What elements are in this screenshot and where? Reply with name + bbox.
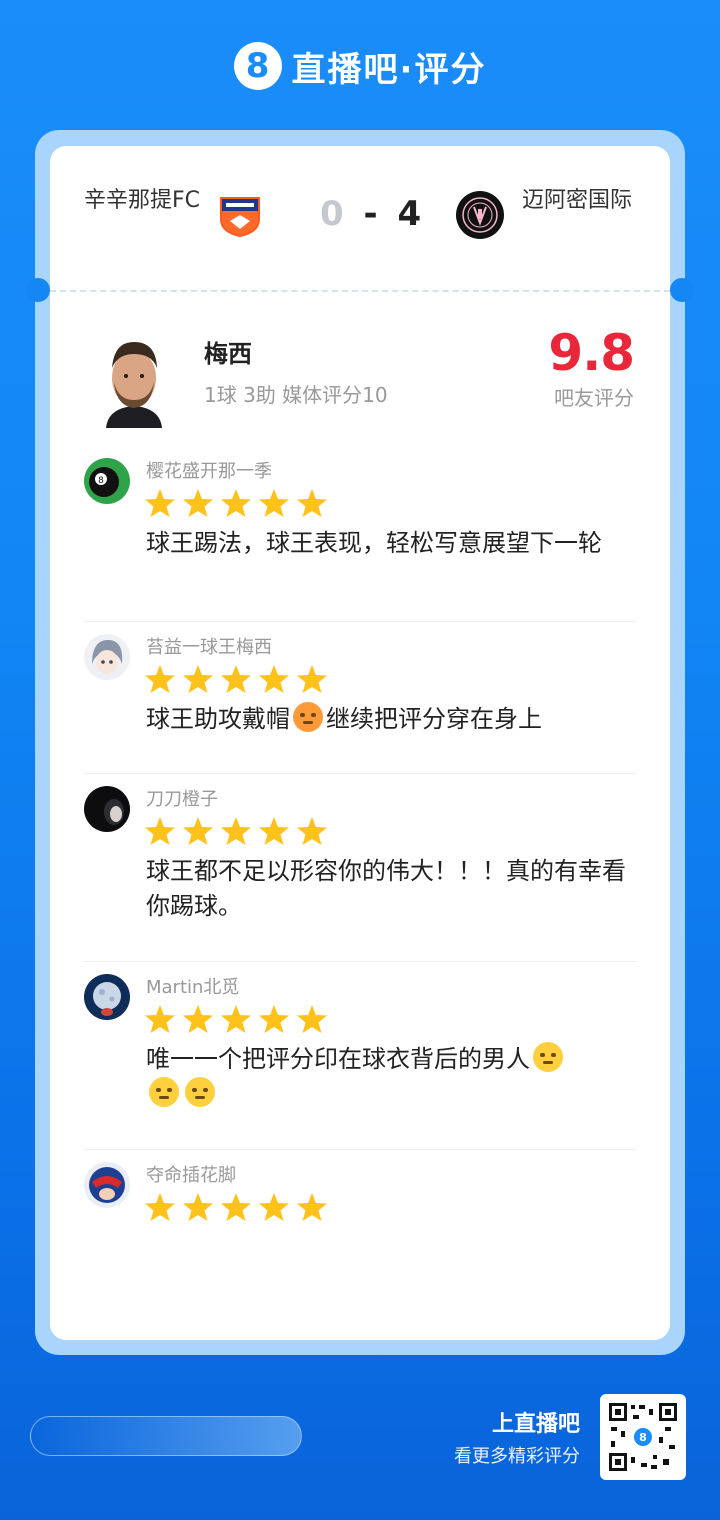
- comment-text: 球王踢法，球王表现，轻松写意展望下一轮: [146, 529, 602, 557]
- list-item[interactable]: 刀刀橙子 球王都不足以形容你的伟大！！！真的有幸看你踢球。: [84, 774, 636, 962]
- comment-list: 8 樱花盛开那一季 球王踢法，球王表现，轻松写意展望下一轮 苔益一球王梅西 球王…: [50, 446, 670, 1300]
- star-icon: [297, 817, 327, 845]
- comment-username[interactable]: 樱花盛开那一季: [146, 457, 272, 483]
- billiard-8-ball-icon: 8: [84, 458, 130, 504]
- footer-title[interactable]: 上直播吧: [492, 1406, 580, 1438]
- comment-username[interactable]: 刀刀橙子: [146, 785, 218, 811]
- comment-text-part: 继续把评分穿在身上: [326, 705, 542, 733]
- cat-emoji-icon: [185, 1077, 215, 1107]
- dashed-divider: [50, 290, 670, 292]
- star-icon: [259, 489, 289, 517]
- list-item[interactable]: 8 樱花盛开那一季 球王踢法，球王表现，轻松写意展望下一轮: [84, 446, 636, 622]
- fc-cincinnati-badge-icon: [220, 197, 260, 237]
- fan-rating-label: 吧友评分: [554, 386, 634, 410]
- star-icon: [221, 489, 251, 517]
- star-icon: [183, 817, 213, 845]
- dark-avatar-icon: [84, 786, 130, 832]
- list-item[interactable]: 苔益一球王梅西 球王助攻戴帽 继续把评分穿在身上: [84, 622, 636, 774]
- footer-subtitle: 看更多精彩评分: [454, 1446, 580, 1467]
- ticket-notch-left: [26, 278, 50, 302]
- rating-card: 辛辛那提FC 0 - 4 迈阿密国际 梅西 1球 3助 媒体评分10 9.8 吧…: [50, 146, 670, 1340]
- star-icon: [297, 665, 327, 693]
- star-icon: [259, 817, 289, 845]
- match-summary[interactable]: 辛辛那提FC 0 - 4 迈阿密国际: [50, 146, 670, 290]
- player-stats: 1球 3助 媒体评分10: [204, 383, 388, 407]
- bull-avatar-icon: [84, 1162, 130, 1208]
- away-score: 4: [397, 194, 426, 234]
- star-rating: [144, 1192, 328, 1222]
- star-icon: [221, 1005, 251, 1033]
- inter-miami-badge-icon: [456, 191, 504, 239]
- comment-text: 球王助攻戴帽 继续把评分穿在身上: [146, 702, 636, 737]
- app-header: 8 直播吧·评分: [0, 38, 720, 94]
- list-item[interactable]: Martin北觅 唯一一个把评分印在球衣背后的男人: [84, 962, 636, 1150]
- star-rating: [144, 1004, 328, 1034]
- comment-text: 球王都不足以形容你的伟大！！！真的有幸看你踢球。: [146, 857, 626, 920]
- star-icon: [221, 665, 251, 693]
- star-icon: [183, 1005, 213, 1033]
- star-icon: [259, 1193, 289, 1221]
- star-icon: [259, 1005, 289, 1033]
- comment-username[interactable]: 夺命插花脚: [146, 1161, 236, 1187]
- moon-avatar-icon: [84, 974, 130, 1020]
- match-score: 0 - 4: [320, 194, 425, 234]
- fan-rating-score: 9.8: [548, 324, 635, 382]
- star-icon: [145, 817, 175, 845]
- ticket-notch-right: [670, 278, 694, 302]
- anime-avatar-icon: [84, 634, 130, 680]
- player-name: 梅西: [204, 340, 252, 368]
- home-score: 0: [320, 194, 348, 234]
- qr-code-icon[interactable]: 8: [600, 1394, 686, 1480]
- star-icon: [145, 1005, 175, 1033]
- star-icon: [183, 1193, 213, 1221]
- cat-emoji-icon: [149, 1077, 179, 1107]
- cat-emoji-icon: [533, 1042, 563, 1072]
- away-team-name: 迈阿密国际: [522, 188, 633, 213]
- svg-text:8: 8: [639, 1431, 647, 1444]
- angry-emoji-icon: [293, 702, 323, 732]
- comment-text-part: 唯一一个把评分印在球衣背后的男人: [146, 1045, 530, 1073]
- star-icon: [297, 1005, 327, 1033]
- brand-title: 直播吧·评分: [291, 49, 487, 90]
- decorative-pill: [30, 1416, 302, 1456]
- star-icon: [183, 665, 213, 693]
- list-fade-overlay: [50, 1230, 670, 1340]
- home-team-name: 辛辛那提FC: [83, 188, 200, 213]
- svg-text:8: 8: [98, 476, 104, 486]
- star-icon: [221, 817, 251, 845]
- comment-username[interactable]: Martin北觅: [146, 973, 239, 999]
- brand-logo-icon: 8: [233, 42, 282, 90]
- star-icon: [145, 1193, 175, 1221]
- star-rating: [144, 816, 328, 846]
- star-icon: [297, 1193, 327, 1221]
- score-separator: -: [363, 194, 382, 234]
- star-rating: [144, 488, 328, 518]
- star-rating: [144, 664, 328, 694]
- comment-username[interactable]: 苔益一球王梅西: [146, 633, 272, 659]
- player-section[interactable]: 梅西 1球 3助 媒体评分10 9.8 吧友评分: [50, 316, 670, 436]
- star-icon: [145, 665, 175, 693]
- comment-text: 唯一一个把评分印在球衣背后的男人: [146, 1042, 636, 1112]
- star-icon: [145, 489, 175, 517]
- star-icon: [221, 1193, 251, 1221]
- player-photo: [100, 330, 168, 428]
- star-icon: [297, 489, 327, 517]
- comment-text-part: 球王助攻戴帽: [146, 705, 290, 733]
- star-icon: [259, 665, 289, 693]
- star-icon: [183, 489, 213, 517]
